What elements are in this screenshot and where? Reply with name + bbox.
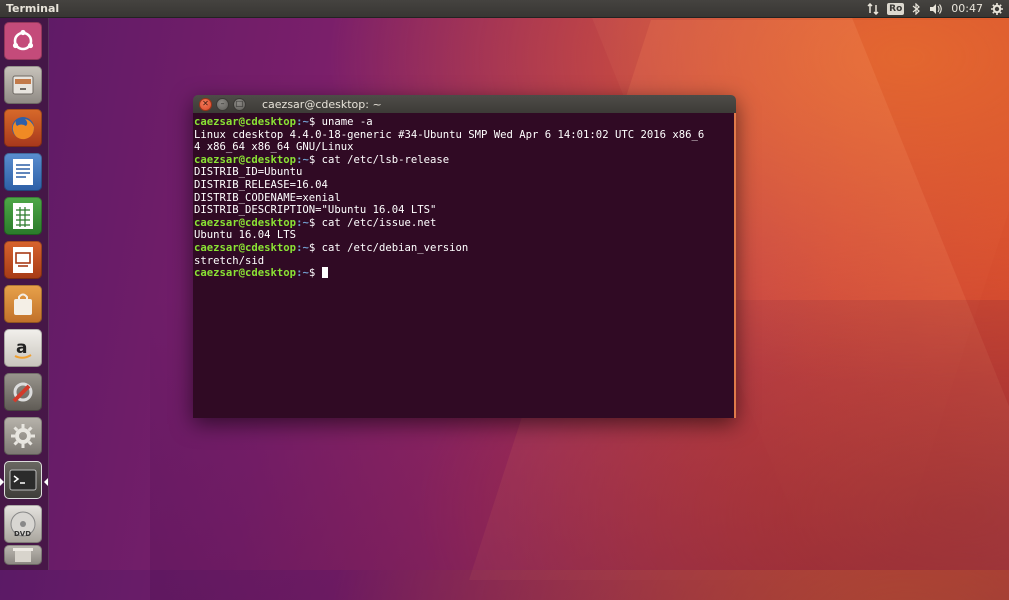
writer-document-icon	[13, 159, 33, 185]
terminal-line: DISTRIB_RELEASE=16.04	[194, 178, 328, 191]
top-panel: Terminal Ro 00:47	[0, 0, 1009, 18]
launcher-dash-home[interactable]	[4, 22, 42, 60]
volume-icon[interactable]	[929, 3, 943, 15]
launcher-system-tools[interactable]	[4, 373, 42, 411]
window-title: caezsar@cdesktop: ~	[262, 97, 382, 111]
firefox-icon	[12, 117, 35, 140]
terminal-line: caezsar@cdesktop:~$ uname -a	[194, 116, 373, 128]
terminal-line: caezsar@cdesktop:~$ cat /etc/lsb-release	[194, 153, 450, 166]
terminal-line: caezsar@cdesktop:~$ cat /etc/issue.net	[194, 216, 437, 229]
terminal-line: caezsar@cdesktop:~$ cat /etc/debian_vers…	[194, 241, 469, 254]
terminal-line: DISTRIB_ID=Ubuntu	[194, 166, 303, 179]
command-text: cat /etc/debian_version	[321, 241, 469, 254]
launcher: a DVD	[0, 18, 49, 570]
network-icon[interactable]	[867, 2, 879, 15]
svg-text:DVD: DVD	[14, 530, 31, 538]
terminal-titlebar[interactable]: ✕ – □ caezsar@cdesktop: ~	[193, 95, 736, 113]
amazon-icon: a	[14, 338, 32, 359]
launcher-software-center[interactable]	[4, 285, 42, 323]
terminal-line: DISTRIB_DESCRIPTION="Ubuntu 16.04 LTS"	[194, 204, 437, 217]
launcher-calc[interactable]	[4, 197, 42, 235]
focused-indicator-icon	[44, 478, 48, 486]
launcher-trash[interactable]	[4, 545, 42, 565]
command-text: cat /etc/issue.net	[321, 216, 437, 229]
terminal-line: 4 x86_64 x86_64 GNU/Linux	[194, 141, 354, 154]
command-text: uname -a	[321, 116, 373, 128]
bluetooth-icon[interactable]	[912, 2, 921, 15]
wrench-gear-icon	[12, 382, 33, 403]
calc-spreadsheet-icon	[13, 203, 33, 229]
launcher-terminal[interactable]	[4, 461, 42, 499]
trash-icon	[13, 548, 33, 562]
file-cabinet-icon	[12, 75, 34, 95]
keyboard-layout-indicator[interactable]: Ro	[887, 2, 905, 15]
launcher-dvd[interactable]: DVD	[4, 505, 42, 543]
gear-icon[interactable]	[991, 2, 1003, 15]
minimize-button[interactable]: –	[216, 97, 229, 111]
terminal-line: stretch/sid	[194, 254, 265, 267]
running-indicator-icon	[0, 478, 4, 486]
launcher-files[interactable]	[4, 66, 42, 104]
ubuntu-logo-icon	[12, 29, 34, 51]
command-text: cat /etc/lsb-release	[321, 153, 450, 166]
launcher-system-settings[interactable]	[4, 417, 42, 455]
close-icon: ✕	[202, 99, 209, 108]
svg-text:a: a	[16, 338, 27, 358]
launcher-amazon[interactable]: a	[4, 329, 42, 367]
terminal-line: DISTRIB_CODENAME=xenial	[194, 191, 341, 204]
maximize-icon: □	[235, 99, 244, 108]
terminal-line: Linux cdesktop 4.4.0-18-generic #34-Ubun…	[194, 128, 705, 141]
launcher-writer[interactable]	[4, 153, 42, 191]
minimize-icon: –	[220, 99, 225, 108]
impress-presentation-icon	[13, 247, 33, 273]
terminal-icon	[9, 469, 37, 491]
dvd-icon: DVD	[10, 511, 36, 538]
launcher-firefox[interactable]	[4, 109, 42, 147]
active-app-title: Terminal	[6, 2, 60, 15]
launcher-impress[interactable]	[4, 241, 42, 279]
clock[interactable]: 00:47	[951, 2, 983, 15]
maximize-button[interactable]: □	[233, 97, 246, 111]
terminal-output[interactable]: caezsar@cdesktop:~$ uname -a Linux cdesk…	[193, 113, 736, 418]
indicator-area: Ro 00:47	[867, 2, 1003, 15]
settings-gear-icon	[11, 424, 35, 448]
terminal-window[interactable]: ✕ – □ caezsar@cdesktop: ~ caezsar@cdeskt…	[193, 95, 736, 418]
shopping-bag-icon	[14, 293, 32, 315]
terminal-line: Ubuntu 16.04 LTS	[194, 229, 297, 242]
terminal-line: caezsar@cdesktop:~$	[193, 267, 734, 280]
close-button[interactable]: ✕	[199, 97, 212, 111]
terminal-cursor	[321, 267, 328, 279]
